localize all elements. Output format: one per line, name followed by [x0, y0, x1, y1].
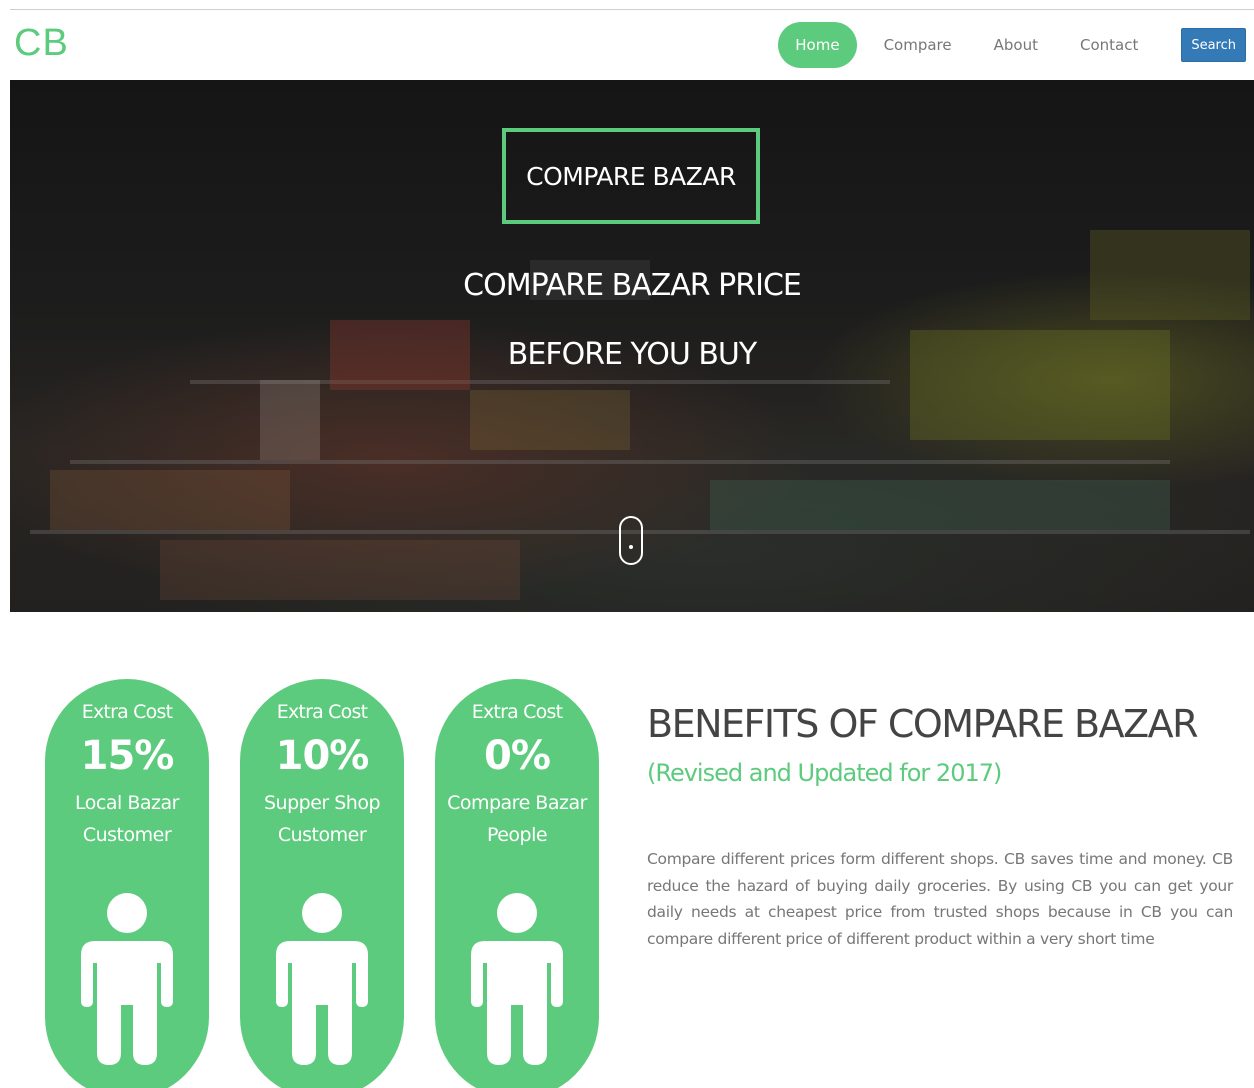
person-icon — [81, 893, 173, 1065]
stat-audience: Compare Bazar People — [435, 787, 599, 851]
stat-audience: Local Bazar Customer — [45, 787, 209, 851]
hero-headline-line2: BEFORE YOU BUY — [507, 337, 757, 372]
stat-audience-line1: Compare Bazar — [447, 792, 587, 814]
mouse-wheel — [629, 545, 633, 549]
nav-about[interactable]: About — [973, 22, 1059, 68]
stat-audience-line1: Supper Shop — [263, 792, 381, 814]
stat-audience-line2: Customer — [82, 824, 172, 846]
site-logo[interactable]: CB — [14, 22, 69, 65]
benefits-paragraph: Compare different prices form different … — [647, 850, 1233, 948]
stat-card-local-bazar: Extra Cost 15% Local Bazar Customer — [45, 679, 209, 1088]
hero-brand-text: COMPARE BAZAR — [526, 161, 736, 191]
stat-audience-line2: Customer — [277, 824, 367, 846]
stat-label: Extra Cost — [81, 701, 173, 723]
stat-value: 15% — [80, 733, 175, 779]
hero-headline-line1: COMPARE BAZAR PRICE — [463, 268, 802, 303]
stat-audience: Supper Shop Customer — [240, 787, 404, 851]
benefits-subheading: (Revised and Updated for 2017) — [647, 759, 1002, 787]
stat-value: 10% — [275, 733, 370, 779]
navbar: CB Home Compare About Contact Search — [10, 10, 1254, 80]
nav-contact[interactable]: Contact — [1059, 22, 1159, 68]
mouse-scroll-icon[interactable] — [619, 516, 643, 565]
nav-menu: Home Compare About Contact Search — [778, 10, 1254, 80]
stat-label: Extra Cost — [276, 701, 368, 723]
person-icon — [276, 893, 368, 1065]
hero-brand-box: COMPARE BAZAR — [502, 128, 760, 224]
nav-home[interactable]: Home — [778, 22, 857, 68]
search-button[interactable]: Search — [1181, 28, 1246, 62]
stat-value: 0% — [484, 733, 551, 779]
hero-banner: COMPARE BAZAR COMPARE BAZAR PRICE BEFORE… — [10, 80, 1254, 612]
benefits-heading: BENEFITS OF COMPARE BAZAR — [647, 702, 1199, 746]
stat-card-compare-bazar: Extra Cost 0% Compare Bazar People — [435, 679, 599, 1088]
nav-compare[interactable]: Compare — [863, 22, 973, 68]
person-icon — [471, 893, 563, 1065]
stat-audience-line2: People — [486, 824, 548, 846]
stat-card-supper-shop: Extra Cost 10% Supper Shop Customer — [240, 679, 404, 1088]
stat-audience-line1: Local Bazar — [75, 792, 179, 814]
stat-label: Extra Cost — [471, 701, 563, 723]
